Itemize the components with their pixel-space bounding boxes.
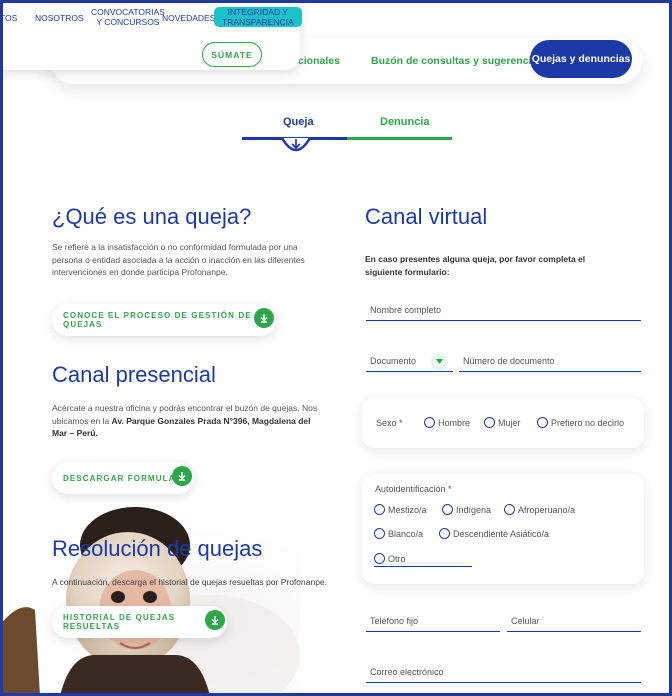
radio-afroperuano[interactable]: Afroperuano/a — [504, 504, 575, 515]
radio-prefiero-no-decirlo[interactable]: Prefiero no decirlo — [537, 417, 624, 428]
download-icon — [205, 610, 225, 630]
radio-indigena[interactable]: Indígena — [442, 504, 491, 515]
radio-mujer[interactable]: Mujer — [484, 417, 521, 428]
autoidentificacion-label: Autoidentificación * — [375, 484, 452, 494]
denuncia-underline — [347, 137, 452, 140]
numero-documento-input[interactable]: Número de documento — [459, 356, 641, 372]
radio-blanco[interactable]: Blanco/a — [374, 528, 423, 539]
queja-description: Se refiere a la insatisfacción o no conf… — [52, 242, 305, 277]
radio-descendiente-asiatico[interactable]: Descendiente Asiático/a — [439, 528, 549, 539]
sumate-button[interactable]: SÚMATE — [202, 42, 262, 67]
queja-title: ¿Qué es una queja? — [52, 204, 252, 229]
radio-hombre[interactable]: Hombre — [424, 417, 470, 428]
tab-quejas-denuncias[interactable]: Quejas y denuncias — [530, 40, 632, 78]
arrow-down-icon — [280, 132, 312, 158]
celular-input[interactable]: Celular — [507, 616, 641, 632]
form-intro: En caso presentes alguna queja, por favo… — [365, 254, 586, 277]
tab-buzon-consultas[interactable]: Buzón de consultas y sugerencias — [371, 38, 543, 84]
radio-mestizo[interactable]: Mestizo/a — [374, 504, 427, 515]
top-navigation: TOS NOSOTROS CONVOCATORIAS Y CONCURSOS N… — [0, 0, 302, 70]
presencial-title: Canal presencial — [52, 362, 216, 387]
historial-quejas-button[interactable]: HISTORIAL DE QUEJAS RESUELTAS — [52, 606, 227, 638]
nav-item-novedades[interactable]: NOVEDADES — [162, 13, 215, 23]
descargar-formulario-button[interactable]: DESCARGAR FORMULARIO — [52, 462, 194, 494]
sexo-card: Sexo * Hombre Mujer Prefiero no decirlo — [362, 398, 644, 448]
correo-electronico-input[interactable]: Correo electrónico — [366, 667, 641, 683]
nombre-completo-input[interactable]: Nombre completo — [366, 305, 641, 321]
nav-item-integridad[interactable]: INTEGRIDAD Y TRANSPARENCIA — [214, 7, 302, 27]
download-icon — [254, 308, 274, 328]
nav-item-tos[interactable]: TOS — [0, 13, 17, 23]
nav-item-convocatorias[interactable]: CONVOCATORIAS Y CONCURSOS — [91, 7, 165, 27]
gestion-quejas-label: CONOCE EL PROCESO DE GESTIÓN DE QUEJAS — [63, 311, 252, 329]
canal-virtual-title: Canal virtual — [365, 204, 488, 229]
nav-item-nosotros[interactable]: NOSOTROS — [35, 13, 84, 23]
sexo-label: Sexo * — [376, 418, 403, 428]
telefono-fijo-input[interactable]: Teléfono fijo — [366, 616, 500, 632]
resolucion-title: Resolución de quejas — [52, 536, 263, 561]
historial-quejas-label: HISTORIAL DE QUEJAS RESUELTAS — [63, 613, 176, 631]
gestion-quejas-button[interactable]: CONOCE EL PROCESO DE GESTIÓN DE QUEJAS — [52, 304, 276, 336]
resolucion-description: A continuación, descarga el historial de… — [52, 577, 328, 587]
tab-denuncia[interactable]: Denuncia — [380, 116, 430, 128]
chevron-down-icon[interactable] — [431, 353, 448, 370]
download-icon — [172, 466, 192, 486]
tab-queja[interactable]: Queja — [283, 116, 314, 128]
capuchin-monkey-image — [0, 505, 300, 696]
autoidentificacion-card: Autoidentificación * Mestizo/a Indígena … — [362, 474, 644, 584]
presencial-description: Acércate a nuestra oficina y podrás enco… — [52, 402, 327, 440]
radio-otro[interactable]: Otro — [374, 553, 472, 567]
